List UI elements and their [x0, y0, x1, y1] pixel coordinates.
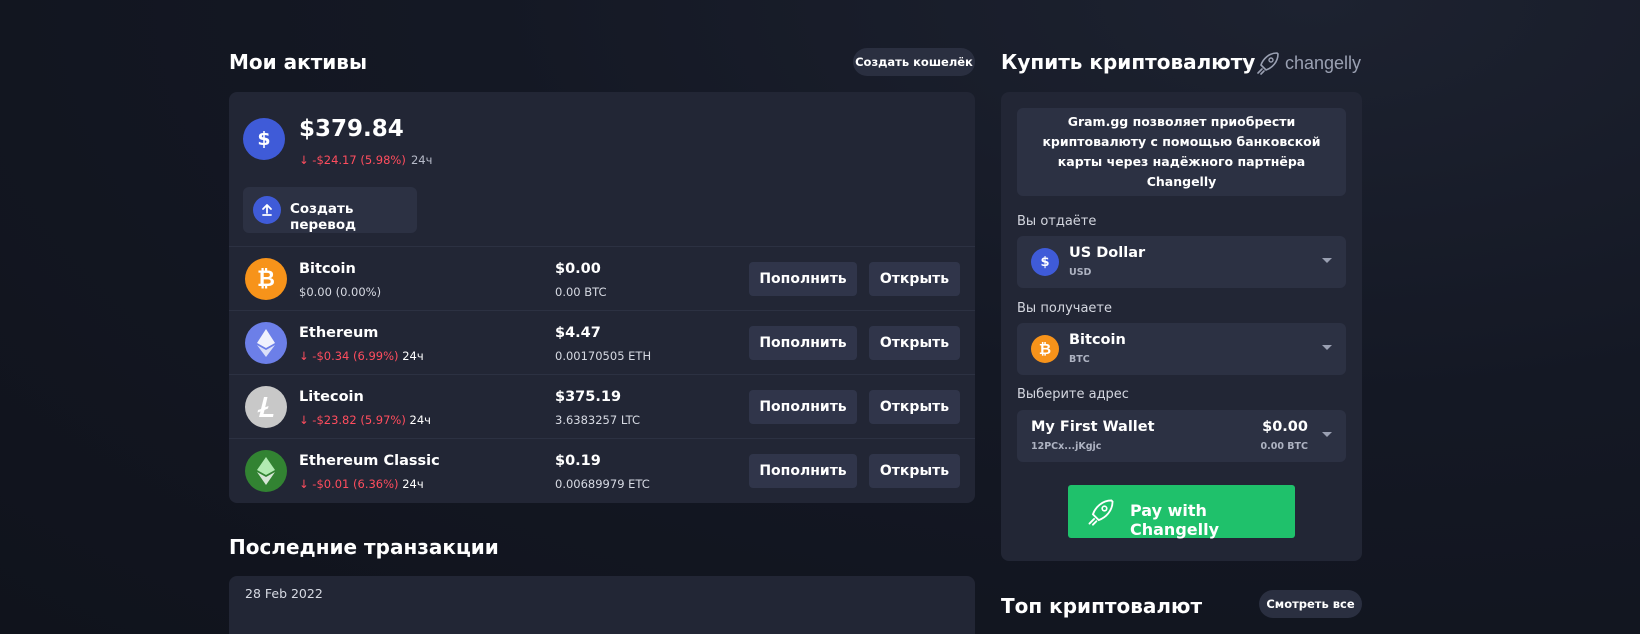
buy-title: Купить криптовалюту [1001, 50, 1256, 74]
give-currency-name: US Dollar [1069, 245, 1146, 261]
asset-value: $375.19 [555, 389, 622, 405]
asset-change-period: 24ч [402, 349, 424, 363]
transactions-title: Последние транзакции [229, 535, 499, 559]
asset-change: ↓ -$0.01 (6.36%) [299, 477, 399, 491]
asset-value: $0.00 [555, 261, 601, 277]
open-button[interactable]: Открыть [869, 454, 960, 488]
chevron-down-icon [1322, 432, 1332, 437]
open-button[interactable]: Открыть [869, 390, 960, 424]
usd-icon: $ [1031, 248, 1059, 276]
buy-info-text: Gram.gg позволяет приобрести криптовалют… [1042, 114, 1321, 189]
bitcoin-icon: ₿ [1031, 335, 1059, 363]
total-change-period: 24ч [410, 153, 433, 167]
address-label: Выберите адрес [1017, 387, 1129, 402]
litecoin-icon [245, 386, 287, 428]
pay-with-changelly-button[interactable]: Pay with Changelly [1068, 485, 1295, 539]
ethereum-icon [245, 322, 287, 364]
create-transfer-label: Создать перевод [290, 201, 357, 233]
deposit-button[interactable]: Пополнить [749, 262, 857, 296]
upload-icon [253, 196, 281, 224]
get-currency-select[interactable]: ₿ Bitcoin BTC [1017, 323, 1346, 375]
asset-change-group: ↓ -$23.82 (5.97%) 24ч [299, 413, 431, 427]
get-currency-code: BTC [1069, 354, 1090, 365]
asset-name: Ethereum [299, 325, 379, 341]
asset-change: ↓ -$0.34 (6.99%) [299, 349, 399, 363]
chevron-down-icon [1322, 258, 1332, 263]
asset-value: $4.47 [555, 325, 601, 341]
deposit-button[interactable]: Пополнить [749, 454, 857, 488]
asset-change: ↓ -$23.82 (5.97%) [299, 413, 406, 427]
asset-change-group: ↓ -$0.34 (6.99%) 24ч [299, 349, 424, 363]
wallet-name: My First Wallet [1031, 419, 1155, 435]
asset-amount: 0.00689979 ETC [555, 477, 650, 491]
total-change: ↓ -$24.17 (5.98%) 24ч [299, 149, 432, 168]
transaction-date: 28 Feb 2022 [245, 586, 323, 601]
give-currency-code: USD [1069, 267, 1092, 278]
create-transfer-button[interactable]: Создать перевод [243, 187, 417, 233]
see-all-button[interactable]: Смотреть все [1259, 590, 1362, 618]
asset-change-group: ↓ -$0.01 (6.36%) 24ч [299, 477, 424, 491]
get-currency-name: Bitcoin [1069, 332, 1126, 348]
chevron-down-icon [1322, 345, 1332, 350]
buy-card: Gram.gg позволяет приобрести криптовалют… [1001, 92, 1362, 561]
transactions-card: 28 Feb 2022 [229, 576, 975, 634]
asset-row-ethereum-classic: Ethereum Classic ↓ -$0.01 (6.36%) 24ч $0… [229, 438, 975, 502]
wallet-value: $0.00 [1262, 419, 1308, 435]
open-button[interactable]: Открыть [869, 326, 960, 360]
asset-row-litecoin: Litecoin ↓ -$23.82 (5.97%) 24ч $375.19 3… [229, 374, 975, 438]
asset-row-bitcoin: ₿ Bitcoin $0.00 (0.00%) $0.00 0.00 BTC П… [229, 246, 975, 310]
asset-row-ethereum: Ethereum ↓ -$0.34 (6.99%) 24ч $4.47 0.00… [229, 310, 975, 374]
assets-title: Мои активы [229, 50, 368, 74]
total-change-value: ↓ -$24.17 (5.98%) [299, 153, 406, 167]
address-select[interactable]: My First Wallet 12PCx...jKgjc $0.00 0.00… [1017, 410, 1346, 462]
get-label: Вы получаете [1017, 301, 1112, 316]
wallet-amount: 0.00 BTC [1260, 441, 1308, 452]
asset-value: $0.19 [555, 453, 601, 469]
asset-amount: 0.00170505 ETH [555, 349, 652, 363]
rocket-icon [1088, 499, 1114, 526]
rocket-icon [1257, 52, 1279, 75]
asset-amount: 0.00 BTC [555, 285, 607, 299]
give-currency-select[interactable]: $ US Dollar USD [1017, 236, 1346, 288]
top-crypto-title: Топ криптовалют [1001, 594, 1203, 618]
asset-name: Litecoin [299, 389, 364, 405]
asset-amount: 3.6383257 LTC [555, 413, 641, 427]
asset-change-period: 24ч [409, 413, 431, 427]
usd-icon: $ [243, 118, 285, 160]
asset-name: Bitcoin [299, 261, 356, 277]
pay-label: Pay with Changelly [1130, 501, 1220, 539]
assets-card: $ $379.84 ↓ -$24.17 (5.98%) 24ч Создать … [229, 92, 975, 503]
deposit-button[interactable]: Пополнить [749, 326, 857, 360]
deposit-button[interactable]: Пополнить [749, 390, 857, 424]
bitcoin-icon: ₿ [245, 258, 287, 300]
total-balance: $379.84 [299, 116, 404, 142]
asset-name: Ethereum Classic [299, 453, 440, 469]
buy-info-box: Gram.gg позволяет приобрести криптовалют… [1017, 108, 1346, 196]
asset-change: $0.00 (0.00%) [299, 285, 382, 299]
ethereum-classic-icon [245, 450, 287, 492]
changelly-logo: changelly [1255, 49, 1361, 77]
open-button[interactable]: Открыть [869, 262, 960, 296]
create-wallet-button[interactable]: Создать кошелёк [853, 48, 975, 76]
give-label: Вы отдаёте [1017, 214, 1097, 229]
asset-change-period: 24ч [402, 477, 424, 491]
changelly-brand: changelly [1285, 52, 1362, 73]
wallet-address: 12PCx...jKgjc [1031, 441, 1102, 452]
